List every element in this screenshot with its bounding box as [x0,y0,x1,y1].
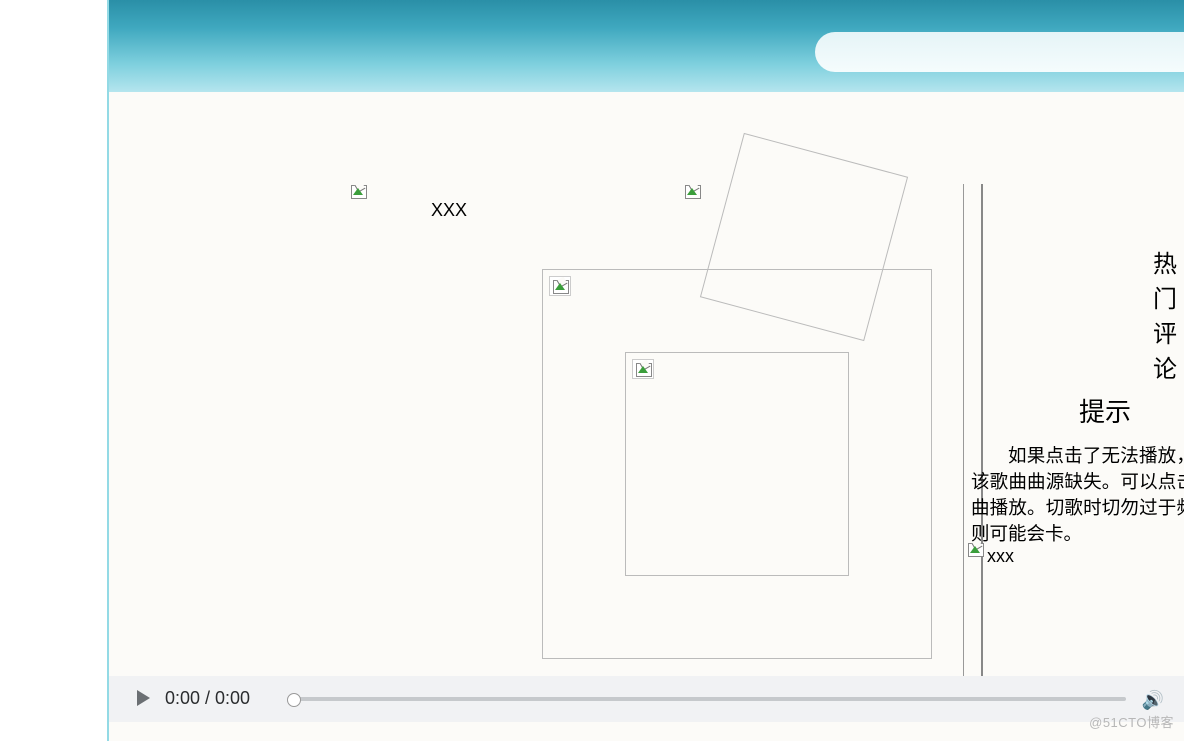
broken-image-icon [682,182,706,204]
hot-comments-heading: 热门评论 [1153,244,1184,384]
tip-text: 如果点击了无法播放，可能是该歌曲曲源缺失。可以点击其它歌曲播放。切歌时切勿过于频… [971,444,1184,548]
content-area: XXX 热门评论 提示 如果点击了无法播放，可能是该歌曲曲源缺失。可以点击其它歌… [109,92,1184,741]
tip-heading: 提示 [1079,392,1131,429]
divider [963,184,964,695]
volume-icon[interactable]: 🔊 [1142,690,1164,711]
time-display: 0:00 / 0:00 [165,688,250,709]
broken-image-icon [348,182,372,204]
broken-image-icon [965,540,987,562]
album-art-inner [625,352,849,576]
broken-image-icon [549,276,571,296]
header-bar [109,0,1184,92]
broken-image-icon [632,359,654,379]
search-input[interactable] [815,32,1184,72]
seek-slider[interactable] [289,697,1126,701]
comment-item-label[interactable]: xxx [987,546,1014,567]
audio-player: 0:00 / 0:00 🔊 [109,676,1184,722]
song-item-label[interactable]: XXX [431,200,467,221]
play-button[interactable] [137,690,150,706]
divider [981,184,983,695]
watermark-text: @51CTO博客 [1089,712,1174,731]
